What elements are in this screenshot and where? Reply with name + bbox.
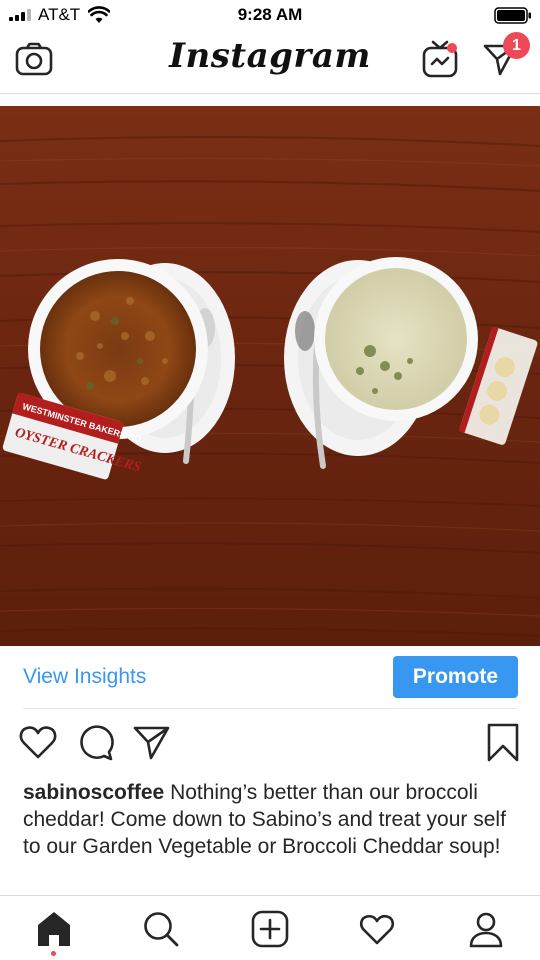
app-header: Instagram 1: [0, 32, 540, 94]
bottom-nav: [0, 895, 540, 960]
insights-row: View Insights Promote: [0, 646, 540, 708]
status-bar: AT&T 9:28 AM: [0, 0, 540, 32]
divider: [23, 708, 518, 709]
clock: 9:28 AM: [237, 5, 303, 24]
battery-icon: [494, 7, 531, 24]
post-photo[interactable]: WESTMINSTER BAKERS CO OYSTER CRACKERS: [0, 106, 540, 646]
food-photo: WESTMINSTER BAKERS CO OYSTER CRACKERS: [0, 106, 540, 646]
comment-icon[interactable]: [76, 722, 116, 762]
search-icon[interactable]: [142, 910, 180, 948]
promote-button[interactable]: Promote: [393, 656, 518, 698]
profile-icon[interactable]: [467, 910, 505, 948]
post-actions: [0, 722, 540, 766]
igtv-notification-dot: [447, 43, 457, 53]
new-post-icon[interactable]: [251, 910, 289, 948]
caption-username[interactable]: sabinoscoffee: [23, 781, 164, 804]
home-notification-dot: [51, 951, 56, 956]
share-icon[interactable]: [132, 722, 172, 762]
heart-icon[interactable]: [18, 722, 58, 762]
dm-badge: 1: [503, 32, 530, 59]
bookmark-icon[interactable]: [484, 722, 524, 762]
activity-icon[interactable]: [358, 910, 396, 948]
post-caption: sabinoscoffee Nothing’s better than our …: [23, 779, 523, 860]
view-insights-link[interactable]: View Insights: [23, 665, 146, 689]
home-icon[interactable]: [35, 910, 73, 948]
